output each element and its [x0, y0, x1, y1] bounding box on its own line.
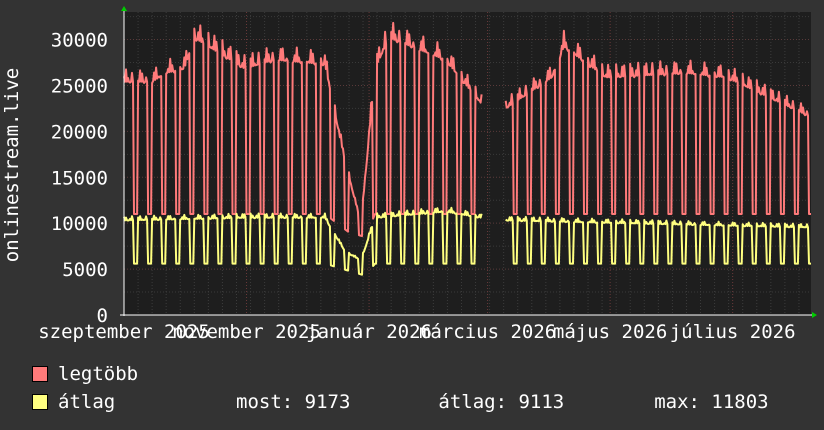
x-tick-label: március 2026: [419, 321, 556, 343]
x-tick-label: november 2025: [172, 321, 321, 343]
legend-row-legtobb: legtöbb: [32, 363, 208, 385]
legend-swatch-legtobb: [32, 366, 48, 382]
legend-swatch-atlag: [32, 394, 48, 410]
y-tick-label: 30000: [51, 30, 108, 52]
x-tick-label: július 2026: [670, 321, 796, 343]
stat-max: max: 11803: [654, 391, 769, 413]
stat-most: most: 9173: [236, 391, 351, 413]
stat-atlag: átlag: 9113: [438, 391, 565, 413]
legend-label-legtobb: legtöbb: [58, 363, 139, 385]
y-tick-label: 20000: [51, 121, 108, 143]
y-axis-label: onlinestream.live: [1, 68, 23, 262]
y-tick-label: 5000: [62, 259, 108, 281]
line-chart: 050001000015000200002500030000 szeptembe…: [1, 6, 817, 343]
x-axis-arrow-icon: [812, 312, 817, 318]
legend-row-atlag: átlag most: 9173 átlag: 9113 max: 11803: [32, 391, 769, 413]
legend-label-atlag: átlag: [58, 391, 116, 413]
y-axis-arrow-icon: [121, 6, 127, 11]
y-tick-label: 15000: [51, 167, 108, 189]
y-tick-label: 10000: [51, 213, 108, 235]
x-tick-label: május 2026: [553, 321, 667, 343]
y-tick-label: 25000: [51, 75, 108, 97]
x-tick-label: január 2026: [306, 321, 432, 343]
y-tick-labels: 050001000015000200002500030000: [51, 30, 108, 327]
x-tick-labels: szeptember 2025november 2025január 2026m…: [38, 321, 795, 343]
